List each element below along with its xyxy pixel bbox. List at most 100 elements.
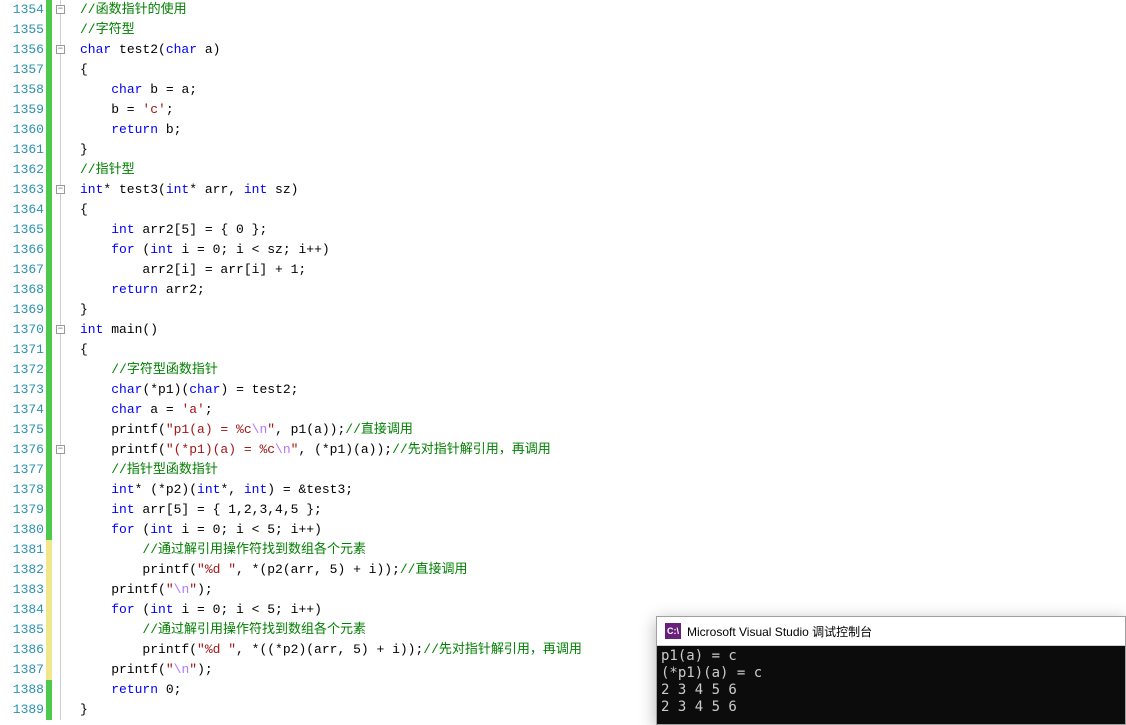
margin-cell (50, 240, 78, 260)
line-number: 1380 (0, 520, 44, 540)
code-line[interactable]: { (80, 340, 1126, 360)
outline-line (60, 380, 61, 400)
change-bar (46, 80, 52, 100)
change-bar (46, 420, 52, 440)
code-line[interactable]: char a = 'a'; (80, 400, 1126, 420)
line-number: 1379 (0, 500, 44, 520)
margin-cell (50, 520, 78, 540)
code-line[interactable]: //函数指针的使用 (80, 0, 1126, 20)
line-number: 1382 (0, 560, 44, 580)
outline-line (60, 160, 61, 180)
code-line[interactable]: char b = a; (80, 80, 1126, 100)
outline-line (60, 120, 61, 140)
outline-line (60, 520, 61, 540)
line-number: 1365 (0, 220, 44, 240)
line-number: 1357 (0, 60, 44, 80)
margin-cell (50, 340, 78, 360)
change-bar (46, 260, 52, 280)
change-bar (46, 660, 52, 680)
code-line[interactable]: printf("\n"); (80, 580, 1126, 600)
fold-toggle[interactable]: − (56, 325, 65, 334)
outline-line (60, 700, 61, 720)
line-number: 1363 (0, 180, 44, 200)
code-line[interactable]: int* (*p2)(int*, int) = &test3; (80, 480, 1126, 500)
margin-cell (50, 660, 78, 680)
line-number: 1356 (0, 40, 44, 60)
change-bar (46, 560, 52, 580)
code-line[interactable]: printf("(*p1)(a) = %c\n", (*p1)(a));//先对… (80, 440, 1126, 460)
outline-line (60, 640, 61, 660)
code-line[interactable]: char(*p1)(char) = test2; (80, 380, 1126, 400)
change-bar (46, 280, 52, 300)
code-line[interactable]: for (int i = 0; i < 5; i++) (80, 520, 1126, 540)
code-line[interactable]: //通过解引用操作符找到数组各个元素 (80, 540, 1126, 560)
line-number: 1364 (0, 200, 44, 220)
margin-cell (50, 80, 78, 100)
outline-line (60, 660, 61, 680)
fold-toggle[interactable]: − (56, 445, 65, 454)
console-titlebar[interactable]: C:\ Microsoft Visual Studio 调试控制台 (657, 617, 1125, 646)
line-number: 1370 (0, 320, 44, 340)
code-line[interactable]: int main() (80, 320, 1126, 340)
line-number: 1377 (0, 460, 44, 480)
code-line[interactable]: return b; (80, 120, 1126, 140)
fold-toggle[interactable]: − (56, 45, 65, 54)
change-bar (46, 680, 52, 700)
line-number: 1372 (0, 360, 44, 380)
margin-cell (50, 600, 78, 620)
code-line[interactable]: //字符型函数指针 (80, 360, 1126, 380)
margin-cell (50, 300, 78, 320)
line-number: 1388 (0, 680, 44, 700)
margin-cell (50, 20, 78, 40)
change-bar (46, 320, 52, 340)
code-line[interactable]: for (int i = 0; i < sz; i++) (80, 240, 1126, 260)
line-number: 1383 (0, 580, 44, 600)
code-line[interactable]: printf("%d ", *(p2(arr, 5) + i));//直接调用 (80, 560, 1126, 580)
debug-console-window[interactable]: C:\ Microsoft Visual Studio 调试控制台 p1(a) … (656, 616, 1126, 725)
line-number: 1355 (0, 20, 44, 40)
margin-cell: − (50, 180, 78, 200)
change-bar (46, 340, 52, 360)
line-number: 1386 (0, 640, 44, 660)
code-line[interactable]: //指针型函数指针 (80, 460, 1126, 480)
change-bar (46, 360, 52, 380)
margin-cell (50, 700, 78, 720)
line-number: 1384 (0, 600, 44, 620)
code-line[interactable]: char test2(char a) (80, 40, 1126, 60)
code-line[interactable]: int* test3(int* arr, int sz) (80, 180, 1126, 200)
code-line[interactable]: b = 'c'; (80, 100, 1126, 120)
code-line[interactable]: //字符型 (80, 20, 1126, 40)
code-line[interactable]: arr2[i] = arr[i] + 1; (80, 260, 1126, 280)
outline-line (60, 680, 61, 700)
outline-line (60, 500, 61, 520)
code-line[interactable]: int arr2[5] = { 0 }; (80, 220, 1126, 240)
code-line[interactable]: //指针型 (80, 160, 1126, 180)
fold-toggle[interactable]: − (56, 185, 65, 194)
margin-cell (50, 380, 78, 400)
change-bar (46, 640, 52, 660)
change-bar (46, 440, 52, 460)
change-bar (46, 540, 52, 560)
margin-cell (50, 400, 78, 420)
change-bar (46, 380, 52, 400)
code-line[interactable]: int arr[5] = { 1,2,3,4,5 }; (80, 500, 1126, 520)
code-line[interactable]: } (80, 300, 1126, 320)
margin-cell: − (50, 320, 78, 340)
change-bar (46, 240, 52, 260)
margin-cell (50, 580, 78, 600)
line-number: 1389 (0, 700, 44, 720)
code-line[interactable]: { (80, 60, 1126, 80)
code-line[interactable]: } (80, 140, 1126, 160)
code-line[interactable]: printf("p1(a) = %c\n", p1(a));//直接调用 (80, 420, 1126, 440)
line-number: 1358 (0, 80, 44, 100)
margin-cell (50, 60, 78, 80)
change-bar (46, 160, 52, 180)
change-bar (46, 40, 52, 60)
code-line[interactable]: { (80, 200, 1126, 220)
code-line[interactable]: return arr2; (80, 280, 1126, 300)
fold-toggle[interactable]: − (56, 5, 65, 14)
change-bar (46, 580, 52, 600)
margin-cell (50, 220, 78, 240)
line-number: 1366 (0, 240, 44, 260)
line-number: 1361 (0, 140, 44, 160)
